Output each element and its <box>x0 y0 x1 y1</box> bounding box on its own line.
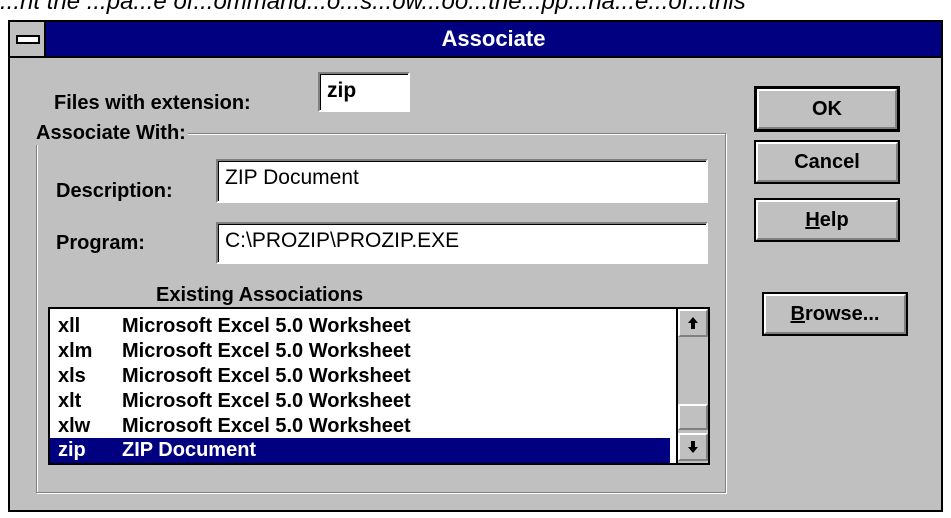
help-button[interactable]: Help <box>754 198 900 242</box>
list-item-extension: xlw <box>58 415 91 437</box>
extension-input[interactable]: zip <box>318 72 410 112</box>
program-input[interactable]: C:\PROZIP\PROZIP.EXE <box>216 222 708 264</box>
list-item-extension: xlm <box>58 340 93 362</box>
list-item-extension: xlt <box>58 390 82 412</box>
existing-associations-list[interactable]: xll Microsoft Excel 5.0 Worksheet xlm Mi… <box>48 307 710 465</box>
description-label: Description: <box>56 180 173 202</box>
program-label: Program: <box>56 232 145 254</box>
list-item-extension: xls <box>58 365 86 387</box>
scrollbar-thumb[interactable] <box>678 404 708 430</box>
associate-dialog: Associate Files with extension: zip Asso… <box>8 20 943 512</box>
list-item-extension: zip <box>58 439 86 461</box>
browse-button-label: Browse... <box>790 302 880 325</box>
list-item-description: Microsoft Excel 5.0 Worksheet <box>122 340 411 362</box>
list-item-extension: xll <box>58 315 81 337</box>
ok-button[interactable]: OK <box>754 86 900 132</box>
description-input[interactable]: ZIP Document <box>216 159 708 203</box>
browse-button[interactable]: Browse... <box>762 292 908 336</box>
list-scrollbar[interactable] <box>676 309 708 463</box>
associate-with-label: Associate With: <box>34 122 188 145</box>
cancel-button-label: Cancel <box>794 150 860 173</box>
scroll-down-arrow-icon[interactable] <box>678 433 708 461</box>
dialog-title: Associate <box>441 26 546 51</box>
ok-button-label: OK <box>812 97 842 120</box>
list-item-description: ZIP Document <box>122 439 257 461</box>
extension-value: zip <box>320 74 408 110</box>
existing-associations-label: Existing Associations <box>156 284 364 306</box>
title-bar: Associate <box>10 22 941 58</box>
help-button-label: Help <box>805 208 849 231</box>
system-menu-icon[interactable] <box>10 22 46 56</box>
list-item-description: Microsoft Excel 5.0 Worksheet <box>122 365 411 387</box>
list-item[interactable]: xls Microsoft Excel 5.0 Worksheet <box>50 364 670 389</box>
list-item[interactable]: xlw Microsoft Excel 5.0 Worksheet <box>50 414 670 439</box>
scroll-up-arrow-icon[interactable] <box>678 309 708 337</box>
description-value: ZIP Document <box>218 161 706 201</box>
list-item[interactable]: xll Microsoft Excel 5.0 Worksheet <box>50 314 670 339</box>
program-value: C:\PROZIP\PROZIP.EXE <box>218 224 706 262</box>
extension-label: Files with extension: <box>54 92 251 114</box>
cancel-button[interactable]: Cancel <box>754 140 900 184</box>
cropped-caption-text: ...nt the ...pa...e of...ommand...o...s.… <box>0 0 746 14</box>
list-item[interactable]: xlt Microsoft Excel 5.0 Worksheet <box>50 389 670 414</box>
list-item-description: Microsoft Excel 5.0 Worksheet <box>122 390 411 412</box>
list-item-description: Microsoft Excel 5.0 Worksheet <box>122 415 411 437</box>
list-item[interactable]: xlm Microsoft Excel 5.0 Worksheet <box>50 339 670 364</box>
list-item-description: Microsoft Excel 5.0 Worksheet <box>122 315 411 337</box>
list-item-selected[interactable]: zip ZIP Document <box>50 438 670 463</box>
